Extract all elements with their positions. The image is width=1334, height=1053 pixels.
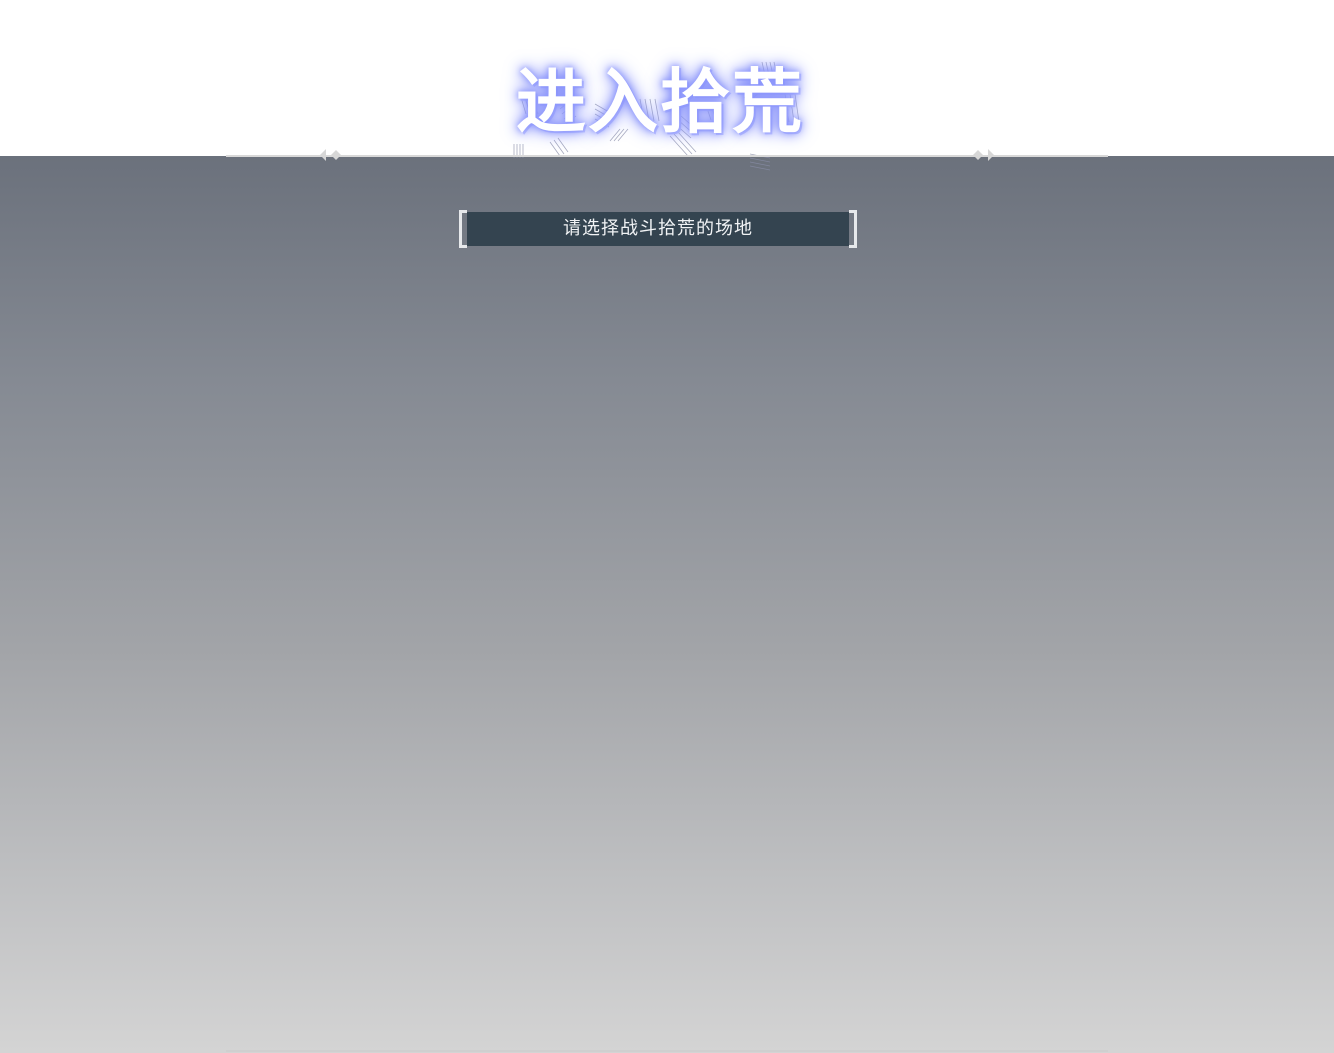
left-bracket — [459, 210, 467, 248]
footer-divider — [226, 1050, 1108, 1052]
right-bracket — [849, 210, 857, 248]
main-panel — [0, 156, 1334, 1053]
double-chevron-left-icon — [320, 149, 341, 161]
venue-prompt-text: 请选择战斗拾荒的场地 — [563, 218, 753, 239]
double-chevron-right-icon — [973, 149, 994, 161]
title-block: 进入拾荒 — [500, 54, 820, 184]
venue-prompt-banner: 请选择战斗拾荒的场地 — [459, 210, 857, 248]
page-title: 进入拾荒 — [516, 61, 804, 143]
scavenge-entry-screen: 进入拾荒 请选择战斗拾荒的场地 — [0, 0, 1334, 1053]
